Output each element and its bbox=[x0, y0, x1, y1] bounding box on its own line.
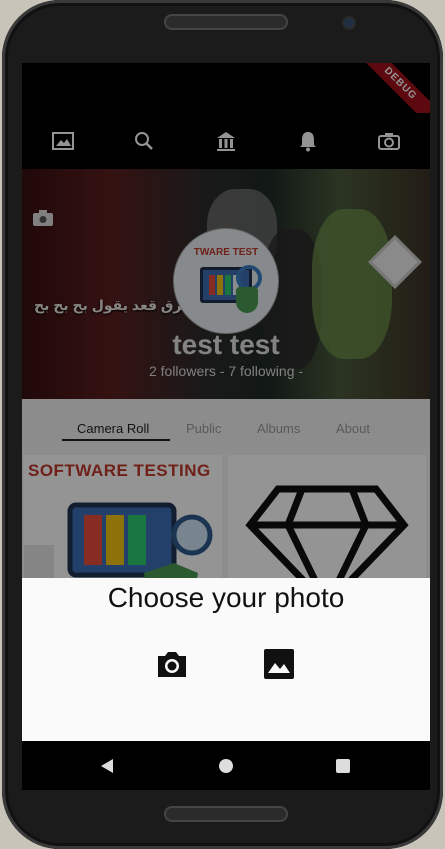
back-icon[interactable] bbox=[98, 757, 116, 775]
bottom-speaker bbox=[164, 806, 288, 822]
home-icon[interactable] bbox=[217, 757, 235, 775]
android-nav-bar bbox=[22, 741, 430, 790]
choose-photo-sheet: Choose your photo bbox=[22, 578, 430, 741]
photo-icon bbox=[264, 649, 294, 679]
camera-icon bbox=[158, 652, 186, 677]
sheet-title: Choose your photo bbox=[107, 582, 345, 613]
gallery-button[interactable] bbox=[261, 646, 297, 682]
modal-scrim[interactable] bbox=[22, 63, 430, 578]
top-speaker bbox=[164, 14, 288, 30]
phone-frame: DEBUG يفرق قعد يقول بح بح بح TWARE TEST … bbox=[2, 0, 443, 849]
front-camera bbox=[344, 18, 354, 28]
camera-button[interactable] bbox=[154, 646, 190, 682]
device-screen: DEBUG يفرق قعد يقول بح بح بح TWARE TEST … bbox=[22, 63, 430, 790]
recents-icon[interactable] bbox=[334, 757, 352, 775]
